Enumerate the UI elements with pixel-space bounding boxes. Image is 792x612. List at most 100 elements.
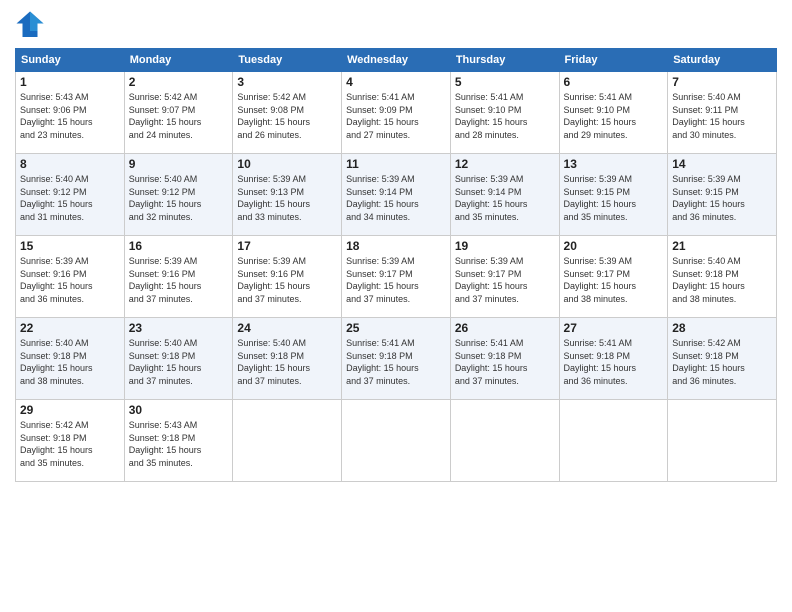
- day-number: 29: [20, 403, 120, 417]
- calendar-header-tuesday: Tuesday: [233, 49, 342, 72]
- day-number: 3: [237, 75, 337, 89]
- logo: [15, 10, 49, 40]
- day-info: Sunrise: 5:40 AMSunset: 9:18 PMDaylight:…: [129, 337, 229, 387]
- day-number: 28: [672, 321, 772, 335]
- day-info: Sunrise: 5:40 AMSunset: 9:11 PMDaylight:…: [672, 91, 772, 141]
- day-info: Sunrise: 5:39 AMSunset: 9:17 PMDaylight:…: [455, 255, 555, 305]
- calendar-cell: 14 Sunrise: 5:39 AMSunset: 9:15 PMDayligh…: [668, 154, 777, 236]
- calendar-cell: 24 Sunrise: 5:40 AMSunset: 9:18 PMDayligh…: [233, 318, 342, 400]
- day-info: Sunrise: 5:39 AMSunset: 9:17 PMDaylight:…: [346, 255, 446, 305]
- calendar-cell: 9 Sunrise: 5:40 AMSunset: 9:12 PMDaylight…: [124, 154, 233, 236]
- day-number: 15: [20, 239, 120, 253]
- calendar-cell: 28 Sunrise: 5:42 AMSunset: 9:18 PMDayligh…: [668, 318, 777, 400]
- calendar-header-wednesday: Wednesday: [342, 49, 451, 72]
- day-info: Sunrise: 5:43 AMSunset: 9:18 PMDaylight:…: [129, 419, 229, 469]
- day-number: 5: [455, 75, 555, 89]
- page: SundayMondayTuesdayWednesdayThursdayFrid…: [0, 0, 792, 612]
- day-info: Sunrise: 5:40 AMSunset: 9:12 PMDaylight:…: [20, 173, 120, 223]
- calendar-cell: 27Sunrise: 5:41 AMSunset: 9:18 PMDayligh…: [559, 318, 668, 400]
- day-number: 30: [129, 403, 229, 417]
- day-info: Sunrise: 5:42 AMSunset: 9:08 PMDaylight:…: [237, 91, 337, 141]
- calendar-header-friday: Friday: [559, 49, 668, 72]
- calendar-cell: 2 Sunrise: 5:42 AMSunset: 9:07 PMDaylight…: [124, 72, 233, 154]
- day-info: Sunrise: 5:39 AMSunset: 9:14 PMDaylight:…: [346, 173, 446, 223]
- day-info: Sunrise: 5:43 AMSunset: 9:06 PMDaylight:…: [20, 91, 120, 141]
- calendar-cell: 10 Sunrise: 5:39 AMSunset: 9:13 PMDayligh…: [233, 154, 342, 236]
- day-info: Sunrise: 5:41 AMSunset: 9:10 PMDaylight:…: [455, 91, 555, 141]
- day-number: 11: [346, 157, 446, 171]
- calendar-cell: [233, 400, 342, 482]
- day-number: 22: [20, 321, 120, 335]
- day-info: Sunrise: 5:39 AMSunset: 9:16 PMDaylight:…: [237, 255, 337, 305]
- day-info: Sunrise: 5:41 AMSunset: 9:18 PMDaylight:…: [564, 337, 664, 387]
- calendar-cell: 29Sunrise: 5:42 AMSunset: 9:18 PMDayligh…: [16, 400, 125, 482]
- day-number: 26: [455, 321, 555, 335]
- calendar-week-3: 15 Sunrise: 5:39 AMSunset: 9:16 PMDayligh…: [16, 236, 777, 318]
- day-number: 24: [237, 321, 337, 335]
- day-number: 2: [129, 75, 229, 89]
- calendar-cell: 23 Sunrise: 5:40 AMSunset: 9:18 PMDayligh…: [124, 318, 233, 400]
- day-number: 23: [129, 321, 229, 335]
- day-number: 8: [20, 157, 120, 171]
- calendar-cell: 25Sunrise: 5:41 AMSunset: 9:18 PMDayligh…: [342, 318, 451, 400]
- calendar-cell: 17 Sunrise: 5:39 AMSunset: 9:16 PMDayligh…: [233, 236, 342, 318]
- day-info: Sunrise: 5:39 AMSunset: 9:16 PMDaylight:…: [129, 255, 229, 305]
- day-number: 21: [672, 239, 772, 253]
- calendar-cell: 8 Sunrise: 5:40 AMSunset: 9:12 PMDaylight…: [16, 154, 125, 236]
- calendar-cell: 12 Sunrise: 5:39 AMSunset: 9:14 PMDayligh…: [450, 154, 559, 236]
- day-info: Sunrise: 5:40 AMSunset: 9:18 PMDaylight:…: [237, 337, 337, 387]
- day-info: Sunrise: 5:39 AMSunset: 9:15 PMDaylight:…: [564, 173, 664, 223]
- calendar-week-5: 29Sunrise: 5:42 AMSunset: 9:18 PMDayligh…: [16, 400, 777, 482]
- calendar-cell: 15 Sunrise: 5:39 AMSunset: 9:16 PMDayligh…: [16, 236, 125, 318]
- calendar-cell: 18 Sunrise: 5:39 AMSunset: 9:17 PMDayligh…: [342, 236, 451, 318]
- calendar-cell: 16 Sunrise: 5:39 AMSunset: 9:16 PMDayligh…: [124, 236, 233, 318]
- calendar-cell: 30 Sunrise: 5:43 AMSunset: 9:18 PMDayligh…: [124, 400, 233, 482]
- day-number: 9: [129, 157, 229, 171]
- calendar-cell: 7 Sunrise: 5:40 AMSunset: 9:11 PMDaylight…: [668, 72, 777, 154]
- calendar-cell: 22 Sunrise: 5:40 AMSunset: 9:18 PMDayligh…: [16, 318, 125, 400]
- calendar-cell: 4Sunrise: 5:41 AMSunset: 9:09 PMDaylight…: [342, 72, 451, 154]
- day-number: 19: [455, 239, 555, 253]
- calendar-cell: [668, 400, 777, 482]
- calendar-week-2: 8 Sunrise: 5:40 AMSunset: 9:12 PMDaylight…: [16, 154, 777, 236]
- day-info: Sunrise: 5:41 AMSunset: 9:10 PMDaylight:…: [564, 91, 664, 141]
- calendar-cell: [450, 400, 559, 482]
- day-info: Sunrise: 5:39 AMSunset: 9:13 PMDaylight:…: [237, 173, 337, 223]
- day-info: Sunrise: 5:40 AMSunset: 9:12 PMDaylight:…: [129, 173, 229, 223]
- day-number: 20: [564, 239, 664, 253]
- day-info: Sunrise: 5:41 AMSunset: 9:18 PMDaylight:…: [346, 337, 446, 387]
- calendar-header-monday: Monday: [124, 49, 233, 72]
- day-info: Sunrise: 5:39 AMSunset: 9:14 PMDaylight:…: [455, 173, 555, 223]
- day-number: 16: [129, 239, 229, 253]
- logo-icon: [15, 10, 45, 40]
- calendar-cell: 3 Sunrise: 5:42 AMSunset: 9:08 PMDaylight…: [233, 72, 342, 154]
- day-number: 6: [564, 75, 664, 89]
- calendar-cell: 1 Sunrise: 5:43 AMSunset: 9:06 PMDaylight…: [16, 72, 125, 154]
- calendar-header-saturday: Saturday: [668, 49, 777, 72]
- day-number: 17: [237, 239, 337, 253]
- day-info: Sunrise: 5:41 AMSunset: 9:18 PMDaylight:…: [455, 337, 555, 387]
- day-info: Sunrise: 5:39 AMSunset: 9:15 PMDaylight:…: [672, 173, 772, 223]
- day-number: 7: [672, 75, 772, 89]
- calendar-header-thursday: Thursday: [450, 49, 559, 72]
- day-number: 10: [237, 157, 337, 171]
- calendar-cell: 21Sunrise: 5:40 AMSunset: 9:18 PMDayligh…: [668, 236, 777, 318]
- day-number: 18: [346, 239, 446, 253]
- calendar-header-row: SundayMondayTuesdayWednesdayThursdayFrid…: [16, 49, 777, 72]
- calendar-cell: 5 Sunrise: 5:41 AMSunset: 9:10 PMDaylight…: [450, 72, 559, 154]
- day-number: 1: [20, 75, 120, 89]
- header: [15, 10, 777, 40]
- day-info: Sunrise: 5:39 AMSunset: 9:17 PMDaylight:…: [564, 255, 664, 305]
- calendar-cell: 20 Sunrise: 5:39 AMSunset: 9:17 PMDayligh…: [559, 236, 668, 318]
- day-number: 14: [672, 157, 772, 171]
- day-info: Sunrise: 5:42 AMSunset: 9:07 PMDaylight:…: [129, 91, 229, 141]
- calendar-cell: 11 Sunrise: 5:39 AMSunset: 9:14 PMDayligh…: [342, 154, 451, 236]
- calendar-cell: 6 Sunrise: 5:41 AMSunset: 9:10 PMDaylight…: [559, 72, 668, 154]
- calendar-header-sunday: Sunday: [16, 49, 125, 72]
- day-info: Sunrise: 5:41 AMSunset: 9:09 PMDaylight:…: [346, 91, 446, 141]
- day-number: 12: [455, 157, 555, 171]
- calendar-week-4: 22 Sunrise: 5:40 AMSunset: 9:18 PMDayligh…: [16, 318, 777, 400]
- day-info: Sunrise: 5:42 AMSunset: 9:18 PMDaylight:…: [672, 337, 772, 387]
- day-info: Sunrise: 5:40 AMSunset: 9:18 PMDaylight:…: [20, 337, 120, 387]
- day-info: Sunrise: 5:39 AMSunset: 9:16 PMDaylight:…: [20, 255, 120, 305]
